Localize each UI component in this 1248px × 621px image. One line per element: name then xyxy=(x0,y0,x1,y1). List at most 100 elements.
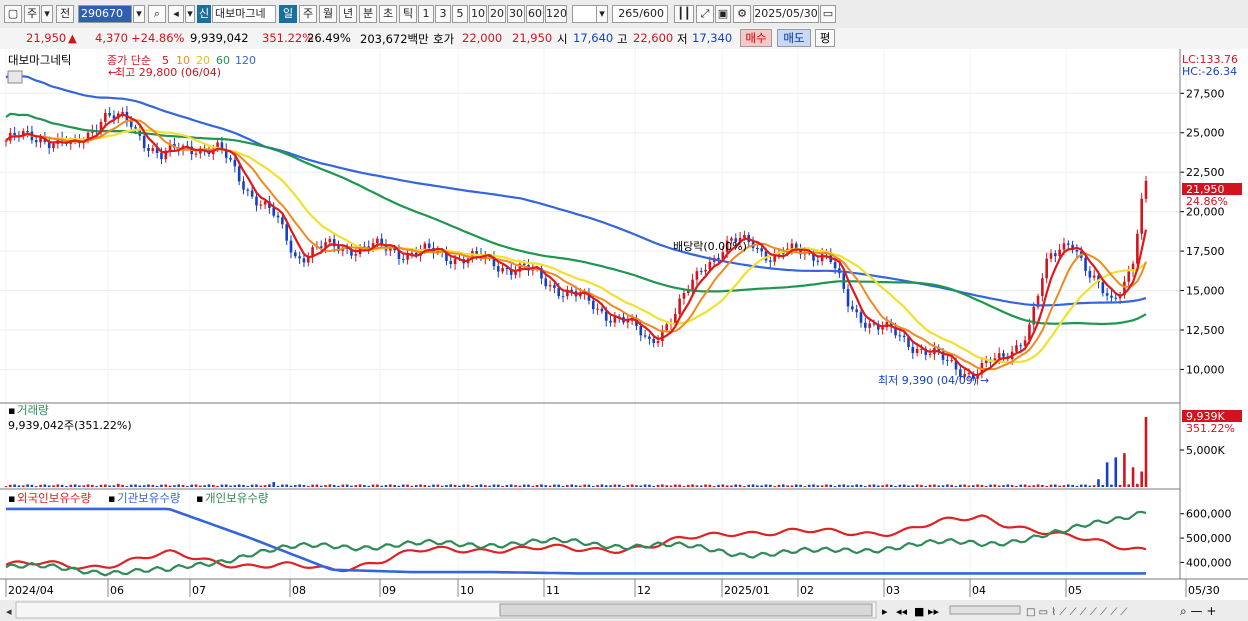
interval-button-20[interactable]: 20 xyxy=(488,5,506,23)
zoom-icon[interactable]: ⌕ — + xyxy=(1180,604,1216,618)
volume-bar xyxy=(151,484,155,487)
period-button-3[interactable]: 년 xyxy=(339,5,357,23)
volume-bar xyxy=(147,484,150,487)
candle-body xyxy=(13,132,16,136)
period-button-4[interactable]: 분 xyxy=(359,5,377,23)
candle-body xyxy=(544,278,548,287)
scrollbar-thumb[interactable] xyxy=(499,603,873,617)
volume-bar xyxy=(661,484,664,487)
date-tick-label: 05/30 xyxy=(1188,584,1220,597)
candle-body xyxy=(769,260,772,262)
candle-body xyxy=(790,243,794,249)
date-input[interactable]: 2025/05/30 xyxy=(753,5,819,23)
fast-forward-icon[interactable]: ▸▸ xyxy=(928,605,940,618)
volume-bar xyxy=(1123,453,1126,487)
chevron-down-icon[interactable]: ▾ xyxy=(596,5,608,23)
gear-icon[interactable]: ⚙ xyxy=(733,5,751,23)
candle-body xyxy=(678,298,681,314)
interval-button-1[interactable]: 1 xyxy=(418,5,434,23)
code-dropdown-icon[interactable]: ▾ xyxy=(133,5,145,23)
candle-body xyxy=(816,260,820,262)
volume-bar xyxy=(281,484,284,487)
price-tick-label: 27,500 xyxy=(1186,87,1225,100)
volume-bar xyxy=(730,485,733,487)
volume-bar xyxy=(1036,484,1040,487)
chevron-down-icon[interactable]: ▾ xyxy=(41,5,53,23)
volume-bar xyxy=(937,485,941,487)
volume-bar xyxy=(907,485,910,487)
zoom-slider[interactable] xyxy=(949,605,1021,615)
candle-body xyxy=(704,269,707,272)
candle-body xyxy=(864,322,867,328)
candle-body xyxy=(1062,243,1066,250)
volume-bar xyxy=(276,485,280,487)
volume-bar xyxy=(587,484,591,487)
scroll-left-icon[interactable]: ◂ xyxy=(6,605,12,618)
volume-bar xyxy=(190,484,193,487)
interval-button-120[interactable]: 120 xyxy=(545,5,567,23)
calendar-icon[interactable]: ▭ xyxy=(820,5,836,23)
candle-body xyxy=(898,335,902,337)
volume-bar xyxy=(704,484,707,487)
candle-body xyxy=(151,148,155,151)
volume-bar xyxy=(816,485,820,487)
volume-bar xyxy=(604,485,608,487)
period-button-1[interactable]: 주 xyxy=(299,5,317,23)
volume-bar xyxy=(306,485,310,487)
volume-bar xyxy=(872,484,876,487)
draw-tool-icon[interactable]: ⤢ xyxy=(696,5,714,23)
interval-button-30[interactable]: 30 xyxy=(507,5,525,23)
volume-bar xyxy=(488,485,491,487)
speaker-icon[interactable]: ◂ xyxy=(168,5,184,23)
volume-bar xyxy=(263,485,267,487)
volume-bar xyxy=(484,485,487,487)
volume-bar xyxy=(630,484,634,487)
chevron-down-icon[interactable]: ▾ xyxy=(185,5,195,23)
drawing-tools-icon[interactable]: □ ▭ ⌇ ⟋ ⟋ ⟋ ⟋ ⟋ ⟋ ⟋ xyxy=(1026,607,1127,618)
period-button-2[interactable]: 월 xyxy=(319,5,337,23)
volume-bar xyxy=(354,485,358,487)
interval-button-3[interactable]: 3 xyxy=(435,5,451,23)
eval-button[interactable]: 평 xyxy=(815,29,835,47)
volume-bar xyxy=(846,485,850,487)
count-display[interactable]: 265/600 xyxy=(612,5,668,23)
volume-bar xyxy=(181,484,185,487)
stop-icon[interactable]: ■ xyxy=(914,605,924,618)
date-tick-label: 09 xyxy=(382,584,396,597)
period-week-select[interactable]: 주 xyxy=(24,5,40,23)
stock-code-input[interactable]: 290670 xyxy=(78,5,132,23)
candle-body xyxy=(34,140,38,143)
rewind-icon[interactable]: ◂◂ xyxy=(896,605,908,618)
search-icon[interactable]: ⌕ xyxy=(148,5,166,23)
period-button-0[interactable]: 일 xyxy=(279,5,297,23)
candle-body xyxy=(255,196,258,206)
volume-bar xyxy=(686,484,690,487)
period-button-6[interactable]: 틱 xyxy=(399,5,417,23)
buy-button[interactable]: 매수 xyxy=(740,29,772,47)
sell-button[interactable]: 매도 xyxy=(777,29,811,47)
volume-bar xyxy=(449,484,453,487)
interval-button-10[interactable]: 10 xyxy=(469,5,487,23)
save-icon[interactable]: ▣ xyxy=(715,5,731,23)
volume-bar xyxy=(1118,484,1122,487)
window-icon[interactable]: ▢ xyxy=(4,5,22,23)
date-tick-label: 07 xyxy=(192,584,206,597)
interval-button-60[interactable]: 60 xyxy=(526,5,544,23)
candle-icon[interactable]: ┃┃ xyxy=(674,5,694,23)
volume-bar xyxy=(989,484,992,487)
volume-bar xyxy=(289,485,293,487)
chart-settings-icon[interactable] xyxy=(7,70,23,84)
scroll-right-icon[interactable]: ▸ xyxy=(882,605,888,618)
period-button-5[interactable]: 초 xyxy=(379,5,397,23)
candle-body xyxy=(855,309,858,313)
candle-body xyxy=(609,320,612,323)
volume-bar xyxy=(553,484,556,487)
candle-body xyxy=(643,335,647,337)
interval-button-5[interactable]: 5 xyxy=(452,5,468,23)
candle-body xyxy=(449,261,453,265)
prev-button[interactable]: 전 xyxy=(56,5,74,23)
stock-name-field[interactable]: 대보마그네 xyxy=(212,5,276,23)
volume-bar xyxy=(56,484,60,487)
volume-bar xyxy=(177,484,181,487)
volume-last-pct: 351.22% xyxy=(1186,422,1235,435)
